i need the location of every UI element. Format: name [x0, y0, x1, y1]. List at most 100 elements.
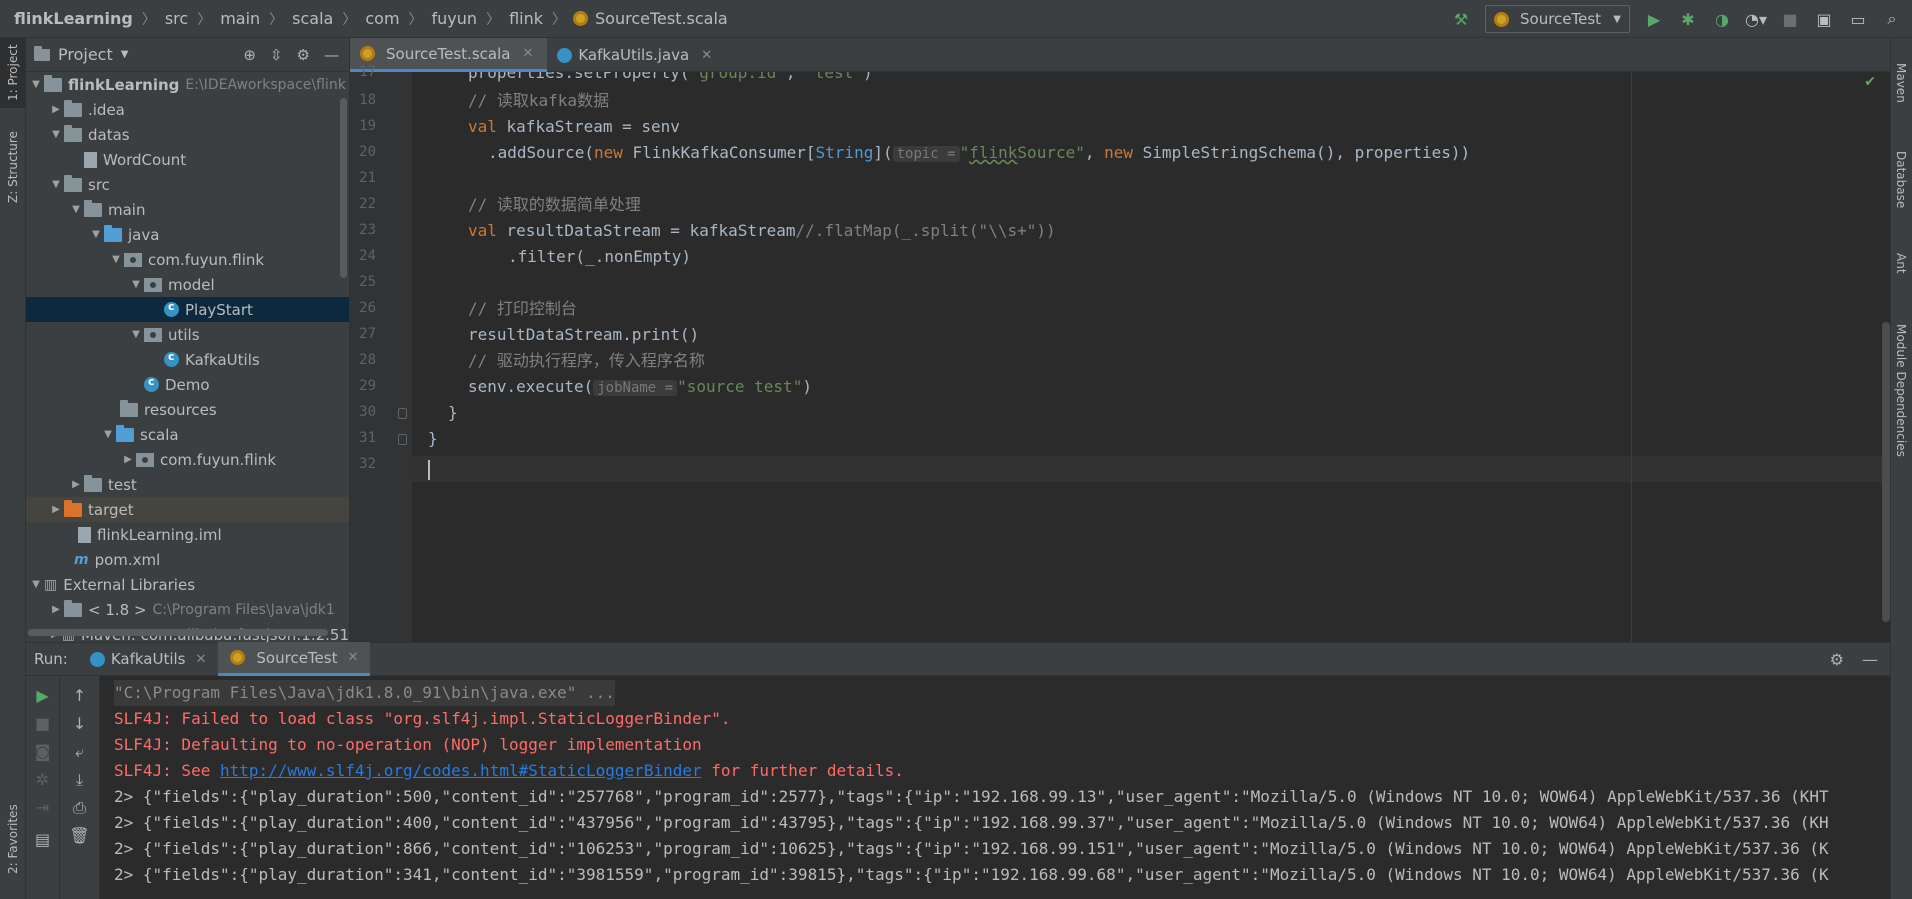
hammer-build-icon[interactable]: ⚒ [1451, 9, 1471, 29]
tree-node[interactable]: WordCount [26, 147, 349, 172]
breadcrumb-scala[interactable]: scala [290, 9, 335, 28]
chevron-down-icon[interactable]: ▼ [68, 204, 84, 215]
tree-node[interactable]: ▶ test [26, 472, 349, 497]
rerun-icon[interactable]: ▶ [26, 686, 59, 705]
minimize-icon[interactable]: — [1862, 650, 1878, 669]
debug-icon[interactable]: ✱ [1678, 9, 1698, 29]
tree-node[interactable]: flinkLearning.iml [26, 522, 349, 547]
close-icon[interactable]: ✕ [701, 48, 712, 63]
console-output[interactable]: "C:\Program Files\Java\jdk1.8.0_91\bin\j… [100, 676, 1890, 899]
stop-icon[interactable]: ■ [1780, 9, 1800, 29]
breadcrumb-flink[interactable]: flink [507, 9, 545, 28]
chevron-right-icon[interactable]: ▶ [120, 454, 136, 465]
run-tab-sourcetest[interactable]: SourceTest ✕ [218, 642, 371, 676]
chevron-down-icon[interactable]: ▼ [128, 279, 144, 290]
gear-icon[interactable]: ⚙ [1830, 650, 1844, 669]
chevron-right-icon[interactable]: ▶ [48, 104, 64, 115]
profile-icon[interactable]: ◔▾ [1745, 9, 1767, 29]
project-vertical-scrollbar[interactable] [340, 98, 347, 278]
tree-node[interactable]: resources [26, 397, 349, 422]
fold-marker-icon[interactable] [398, 408, 407, 419]
breadcrumb-com[interactable]: com [363, 9, 401, 28]
project-horizontal-scrollbar[interactable] [28, 629, 328, 636]
close-icon[interactable]: ✕ [347, 650, 358, 665]
exit-icon[interactable]: ⇥ [26, 798, 59, 817]
tree-node[interactable]: ▶ < 1.8 > C:\Program Files\Java\jdk1 [26, 597, 349, 622]
tree-node[interactable]: KafkaUtils [26, 347, 349, 372]
chevron-down-icon[interactable]: ▼ [48, 129, 64, 140]
editor-tab-kafkautils[interactable]: KafkaUtils.java ✕ [547, 38, 726, 72]
tool-tab-favorites[interactable]: 2: Favorites [0, 794, 26, 884]
project-structure-icon[interactable]: ▣ [1814, 9, 1834, 29]
tree-node[interactable]: m pom.xml [26, 547, 349, 572]
chevron-down-icon[interactable]: ▼ [28, 579, 44, 590]
tool-tab-module-dependencies[interactable]: Module Dependencies [1890, 310, 1912, 470]
print-icon[interactable]: ⎙ [60, 798, 99, 818]
tree-node[interactable]: ▼ flinkLearning E:\IDEAworkspace\flink [26, 72, 349, 97]
chevron-right-icon[interactable]: ▶ [68, 479, 84, 490]
close-icon[interactable]: ✕ [522, 46, 533, 61]
tree-node[interactable]: ▼ ▥ External Libraries [26, 572, 349, 597]
editor-vertical-scrollbar[interactable] [1882, 322, 1890, 622]
close-icon[interactable]: ✕ [196, 652, 207, 667]
tool-tab-database[interactable]: Database [1890, 136, 1912, 224]
terminal-icon[interactable]: ▭ [1848, 9, 1868, 29]
code-editor[interactable]: properties.setProperty("group.id", "test… [412, 72, 1890, 642]
trash-icon[interactable]: 🗑 [60, 826, 99, 845]
tree-node[interactable]: ▶ target [26, 497, 349, 522]
coverage-icon[interactable]: ◑ [1712, 9, 1732, 29]
editor-tab-sourcetest[interactable]: SourceTest.scala ✕ [350, 38, 548, 72]
tree-node[interactable]: ▼ src [26, 172, 349, 197]
chevron-down-icon[interactable]: ▼ [121, 49, 129, 60]
camera-icon[interactable]: ◙ [26, 742, 59, 761]
tool-tab-maven[interactable]: Maven [1890, 48, 1912, 118]
tree-node[interactable]: ▶ .idea [26, 97, 349, 122]
tree-node[interactable]: ▼ main [26, 197, 349, 222]
breadcrumb-src[interactable]: src [163, 9, 190, 28]
minimize-icon[interactable]: — [324, 46, 339, 64]
soft-wrap-icon[interactable]: ⤶ [60, 742, 99, 762]
breadcrumb-main[interactable]: main [218, 9, 262, 28]
run-configuration-select[interactable]: SourceTest ▼ [1485, 5, 1630, 33]
breadcrumb-project[interactable]: flinkLearning [12, 9, 135, 28]
gear-icon[interactable]: ⚙ [297, 46, 310, 64]
breadcrumb-file[interactable]: SourceTest.scala [593, 9, 730, 28]
search-everywhere-icon[interactable]: ⌕ [1882, 9, 1902, 29]
code-line: } [448, 403, 458, 422]
chevron-right-icon[interactable]: ▶ [48, 504, 64, 515]
tool-tab-project[interactable]: 1: Project [0, 38, 26, 108]
tree-node[interactable]: ▼ datas [26, 122, 349, 147]
settings-icon[interactable]: ✲ [26, 770, 59, 789]
run-icon[interactable]: ▶ [1644, 9, 1664, 29]
tool-tab-ant[interactable]: Ant [1890, 238, 1912, 288]
chevron-down-icon[interactable]: ▼ [28, 79, 44, 90]
chevron-down-icon[interactable]: ▼ [48, 179, 64, 190]
tree-node[interactable]: ▼ scala [26, 422, 349, 447]
chevron-down-icon[interactable]: ▼ [108, 254, 124, 265]
tree-node[interactable]: Demo [26, 372, 349, 397]
chevron-down-icon[interactable]: ▼ [100, 429, 116, 440]
tree-node[interactable]: ▶ com.fuyun.flink [26, 447, 349, 472]
arrow-up-icon[interactable]: ↑ [60, 686, 99, 705]
project-panel-title[interactable]: Project [58, 45, 113, 64]
chevron-down-icon[interactable]: ▼ [88, 229, 104, 240]
locate-icon[interactable]: ⊕ [243, 46, 256, 64]
collapse-all-icon[interactable]: ⇳ [270, 46, 283, 64]
breadcrumb-fuyun[interactable]: fuyun [430, 9, 480, 28]
console-link[interactable]: http://www.slf4j.org/codes.html#StaticLo… [220, 761, 702, 780]
tool-tab-structure[interactable]: Z: Structure [0, 120, 26, 214]
run-tab-kafkautils[interactable]: KafkaUtils ✕ [78, 642, 219, 676]
stop-icon[interactable]: ■ [26, 714, 59, 733]
fold-marker-icon[interactable] [398, 434, 407, 445]
tree-node[interactable]: ▼ model [26, 272, 349, 297]
layout-icon[interactable]: ▤ [26, 830, 59, 849]
tree-node[interactable]: ▼ com.fuyun.flink [26, 247, 349, 272]
tree-node-selected[interactable]: PlayStart [26, 297, 349, 322]
chevron-right-icon[interactable]: ▶ [48, 604, 64, 615]
scroll-to-end-icon[interactable]: ⤓ [60, 770, 99, 790]
tree-node[interactable]: ▼ java [26, 222, 349, 247]
chevron-down-icon[interactable]: ▼ [128, 329, 144, 340]
console-command-line: "C:\Program Files\Java\jdk1.8.0_91\bin\j… [114, 680, 615, 706]
arrow-down-icon[interactable]: ↓ [60, 714, 99, 733]
tree-node[interactable]: ▼ utils [26, 322, 349, 347]
